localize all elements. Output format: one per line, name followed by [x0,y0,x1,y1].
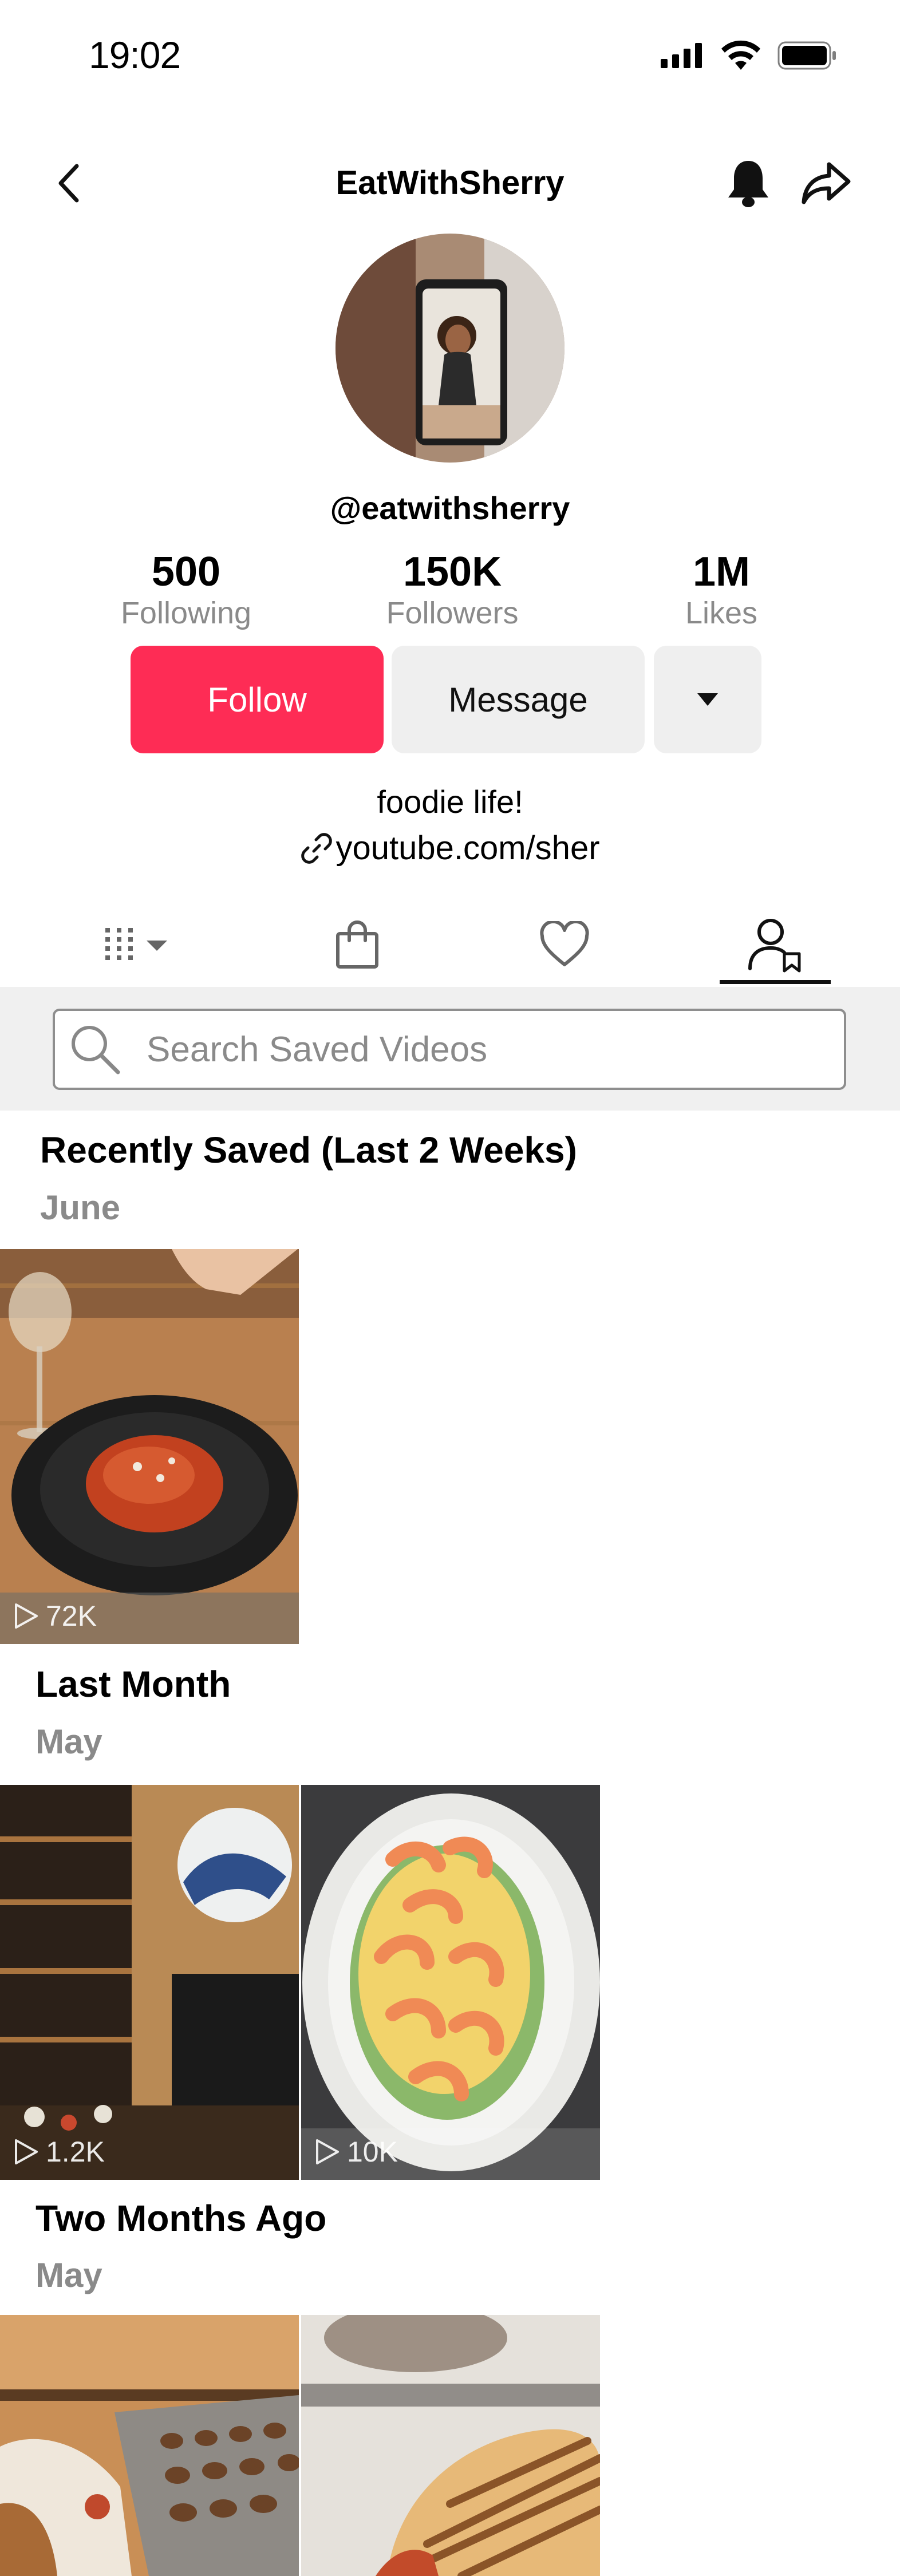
stat-value: 150K [402,549,502,595]
view-count-text: 10K [347,2136,398,2168]
stat-followers[interactable]: 150K Followers [355,549,550,632]
more-options-button[interactable] [654,646,761,753]
play-icon [15,2139,38,2164]
bell-icon [728,161,768,207]
section-subtitle-recent: June [40,1188,121,1227]
view-count-text: 1.2K [46,2136,105,2168]
video-thumbnail-restaurant[interactable]: 1.2K [0,1785,299,2180]
active-tab-indicator [720,980,831,984]
video-thumbnail-sandwich[interactable] [301,2315,600,2576]
stat-label: Following [120,596,252,631]
wifi-icon [721,40,760,70]
play-icon [316,2139,339,2164]
view-count-text: 72K [46,1600,97,1632]
tab-liked[interactable] [507,904,622,985]
search-icon [72,1026,120,1074]
tab-saved[interactable] [718,904,832,985]
section-title-recent: Recently Saved (Last 2 Weeks) [40,1129,577,1171]
signal-icon [661,43,702,68]
stat-likes[interactable]: 1M Likes [624,549,819,632]
caret-down-icon [697,693,718,706]
share-button[interactable] [797,155,854,212]
tab-shop[interactable] [300,904,415,985]
stat-value: 500 [151,549,221,595]
video-thumbnail-bakery[interactable] [0,2315,299,2576]
section-subtitle-two-months: May [35,2256,102,2294]
share-arrow-icon [802,162,851,204]
message-button[interactable]: Message [392,646,645,753]
profile-link-text: youtube.com/sher [335,829,600,867]
link-icon [301,832,333,864]
status-icons [661,40,837,71]
profile-tabs [0,904,900,985]
view-count: 1.2K [14,2135,105,2168]
profile-link[interactable]: youtube.com/sher [0,829,900,867]
view-count: 10K [315,2135,398,2168]
stat-following[interactable]: 500 Following [89,549,283,632]
search-box[interactable] [53,1009,846,1090]
video-thumbnail-pasta[interactable]: 72K [0,1249,299,1644]
stat-value: 1M [692,549,751,595]
status-time: 19:02 [89,34,181,76]
battery-icon [777,41,836,70]
videos-grid-icon [105,928,167,960]
stat-label: Likes [685,596,758,631]
heart-icon [540,921,589,966]
tab-videos[interactable] [82,904,197,985]
saved-user-icon [748,919,801,973]
profile-bio: foodie life! [377,784,523,820]
shop-bag-icon [336,920,378,969]
notifications-button[interactable] [723,155,774,212]
search-input[interactable] [147,1029,776,1070]
follow-button[interactable]: Follow [131,646,384,753]
section-title-last-month: Last Month [35,1664,231,1705]
video-thumbnail-shrimp[interactable]: 10K [301,1785,600,2180]
stat-label: Followers [386,596,519,631]
section-title-two-months: Two Months Ago [35,2198,327,2239]
avatar [335,234,565,463]
view-count: 72K [14,1599,97,1633]
profile-handle: @eatwithsherry [330,490,570,526]
section-subtitle-last-month: May [35,1722,102,1761]
play-icon [15,1603,38,1629]
